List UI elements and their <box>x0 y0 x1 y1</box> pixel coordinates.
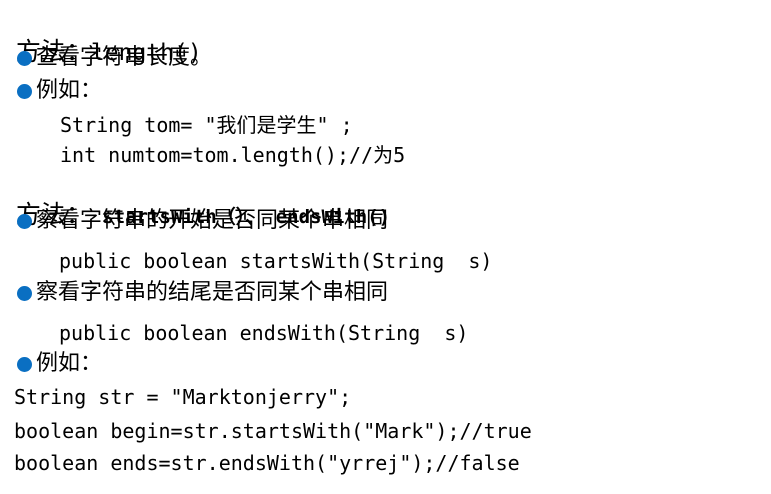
example-code-line-3: boolean ends=str.endsWith("yrrej");//fal… <box>14 451 520 475</box>
section2-code-2: public boolean endsWith(String s) <box>59 321 469 345</box>
bullet-dot-icon <box>17 285 32 301</box>
section2-bullet-1-text: 察看字符串的开始是否同某个串相同 <box>36 208 389 233</box>
section1-code-line-2: int numtom=tom.length();//为5 <box>60 143 406 167</box>
section1-bullet-1: 查看字符串长度。 <box>17 47 212 69</box>
example-code-line-2: boolean begin=str.startsWith("Mark");//t… <box>14 419 532 443</box>
bullet-dot-icon <box>17 213 32 229</box>
section2-bullet-2: 察看字符串的结尾是否同某个串相同 <box>17 282 388 304</box>
section1-bullet-1-text: 查看字符串长度。 <box>36 45 213 70</box>
section1-bullet-2-text: 例如： <box>36 78 103 103</box>
section1-bullet-2: 例如： <box>17 80 102 102</box>
bullet-dot-icon <box>17 83 32 99</box>
section1-code-line-1: String tom= "我们是学生" ; <box>60 113 353 137</box>
bullet-dot-icon <box>17 50 32 66</box>
section2-bullet-3-text: 例如： <box>36 351 103 376</box>
section2-bullet-1: 察看字符串的开始是否同某个串相同 <box>17 210 388 232</box>
bullet-dot-icon <box>17 356 32 372</box>
section2-code-1: public boolean startsWith(String s) <box>59 249 493 273</box>
section2-bullet-3: 例如： <box>17 353 102 375</box>
example-code-line-1: String str = "Marktonjerry"; <box>14 385 352 409</box>
section2-bullet-2-text: 察看字符串的结尾是否同某个串相同 <box>36 280 389 305</box>
